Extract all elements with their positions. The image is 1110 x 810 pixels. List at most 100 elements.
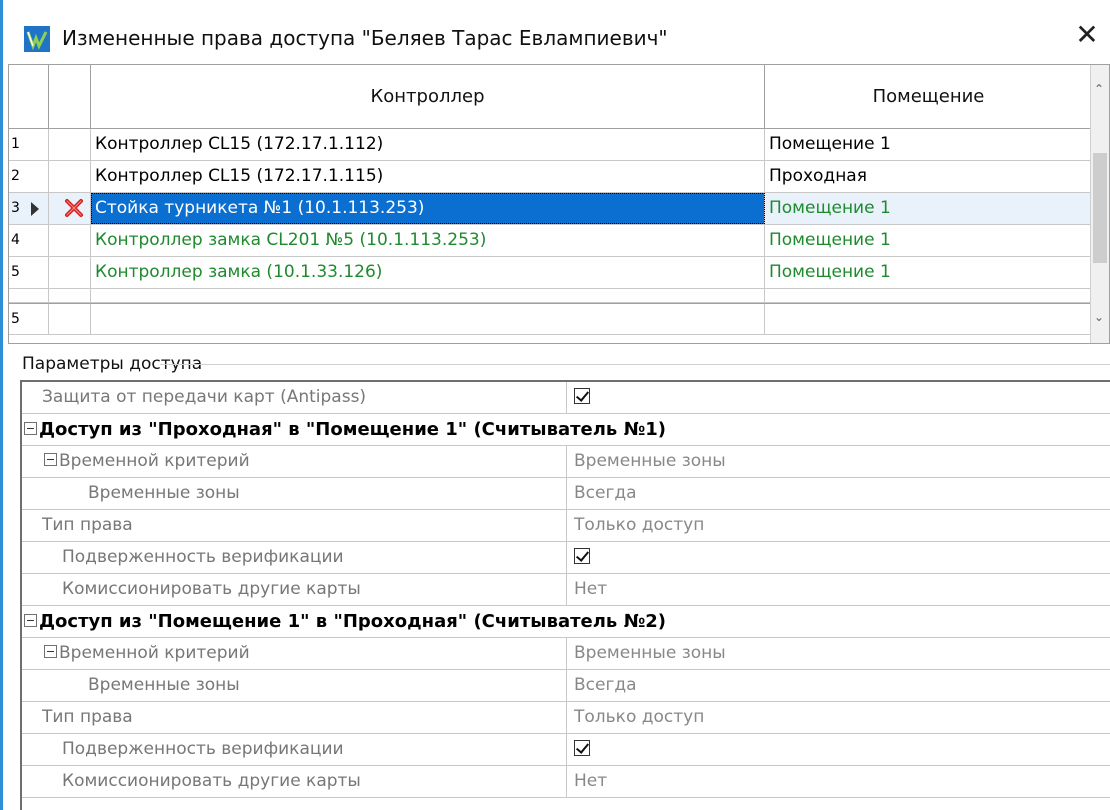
- prop-row-time-zones[interactable]: Временные зоны Всегда: [22, 478, 1110, 510]
- prop-name: Подверженность верификации: [22, 542, 567, 573]
- footer-count: 5: [9, 304, 49, 335]
- minus-box-icon[interactable]: [24, 422, 37, 435]
- table-row-empty[interactable]: [9, 289, 1109, 303]
- footer-room: [765, 304, 1092, 335]
- prop-value[interactable]: Всегда: [568, 670, 1110, 701]
- prop-row-verification[interactable]: Подверженность верификации: [22, 542, 1110, 574]
- prop-name: Тип права: [22, 702, 567, 733]
- prop-value[interactable]: Только доступ: [568, 510, 1110, 541]
- prop-row-time-criterion[interactable]: Временной критерий Временные зоны: [22, 638, 1110, 670]
- header-num[interactable]: [9, 65, 49, 128]
- prop-value[interactable]: Только доступ: [568, 702, 1110, 733]
- close-icon[interactable]: ✕: [1072, 20, 1102, 50]
- prop-row-time-zones[interactable]: Временные зоны Всегда: [22, 670, 1110, 702]
- prop-value[interactable]: Временные зоны: [568, 638, 1110, 669]
- row-mark: [49, 225, 91, 256]
- row-room: Помещение 1: [765, 225, 1092, 256]
- row-mark-empty: [49, 289, 91, 302]
- row-room: Помещение 1: [765, 257, 1092, 288]
- prop-category-2[interactable]: Доступ из "Помещение 1" в "Проходная" (С…: [22, 606, 1110, 638]
- header-room[interactable]: Помещение: [765, 65, 1092, 128]
- prop-row-time-criterion[interactable]: Временной критерий Временные зоны: [22, 446, 1110, 478]
- header-controller[interactable]: Контроллер: [91, 65, 765, 128]
- app-logo-icon: [24, 26, 50, 52]
- prop-name: Комиссионировать другие карты: [22, 766, 567, 797]
- prop-name-text: Временной критерий: [59, 643, 250, 663]
- prop-name: Подверженность верификации: [22, 734, 567, 765]
- window-left-edge: [0, 0, 3, 810]
- row-mark: [49, 257, 91, 288]
- row-mark: [49, 161, 91, 192]
- row-controller-empty: [91, 289, 765, 302]
- prop-value[interactable]: Нет: [568, 766, 1110, 797]
- minus-box-icon[interactable]: [44, 645, 57, 658]
- prop-name: Временной критерий: [22, 638, 567, 669]
- window-title: Измененные права доступа "Беляев Тарас Е…: [62, 26, 668, 50]
- table-row[interactable]: 1 Контроллер CL15 (172.17.1.112) Помещен…: [9, 129, 1109, 161]
- footer-mark: [49, 304, 91, 335]
- prop-row-right-type[interactable]: Тип права Только доступ: [22, 702, 1110, 734]
- prop-row-right-type[interactable]: Тип права Только доступ: [22, 510, 1110, 542]
- prop-value[interactable]: [568, 382, 1110, 413]
- row-controller: Контроллер замка (10.1.33.126): [91, 257, 765, 288]
- property-grid[interactable]: Защита от передачи карт (Antipass) Досту…: [20, 380, 1110, 810]
- table-row[interactable]: 4 Контроллер замка CL201 №5 (10.1.113.25…: [9, 225, 1109, 257]
- minus-box-icon[interactable]: [24, 614, 37, 627]
- prop-value[interactable]: Нет: [568, 574, 1110, 605]
- prop-name: Защита от передачи карт (Antipass): [22, 382, 567, 413]
- red-x-icon: [65, 199, 83, 217]
- prop-name: Тип права: [22, 510, 567, 541]
- prop-row-antipass[interactable]: Защита от передачи карт (Antipass): [22, 382, 1110, 414]
- table-row[interactable]: 2 Контроллер CL15 (172.17.1.115) Проходн…: [9, 161, 1109, 193]
- scroll-thumb[interactable]: [1093, 153, 1107, 263]
- category-title[interactable]: Доступ из "Проходная" в "Помещение 1" (С…: [22, 414, 1110, 445]
- grid-scrollbar[interactable]: ⌃ ⌄: [1090, 65, 1109, 343]
- category-label: Доступ из "Помещение 1" в "Проходная" (С…: [39, 611, 666, 632]
- footer-controller: [91, 304, 765, 335]
- row-number: 1: [9, 129, 49, 160]
- table-row[interactable]: 5 Контроллер замка (10.1.33.126) Помещен…: [9, 257, 1109, 289]
- row-pointer-icon: [31, 202, 39, 216]
- prop-row-commission[interactable]: Комиссионировать другие карты Нет: [22, 574, 1110, 606]
- minus-box-icon[interactable]: [44, 453, 57, 466]
- row-number: 2: [9, 161, 49, 192]
- checkbox-icon[interactable]: [574, 547, 590, 564]
- row-controller: Контроллер CL15 (172.17.1.112): [91, 129, 765, 160]
- row-room: Помещение 1: [765, 193, 1092, 224]
- prop-row-verification[interactable]: Подверженность верификации: [22, 734, 1110, 766]
- params-divider: [160, 364, 1110, 365]
- prop-value[interactable]: [568, 542, 1110, 573]
- scroll-down-icon[interactable]: ⌄: [1093, 311, 1105, 323]
- prop-name: Комиссионировать другие карты: [22, 574, 567, 605]
- prop-category-1[interactable]: Доступ из "Проходная" в "Помещение 1" (С…: [22, 414, 1110, 446]
- row-number: 4: [9, 225, 49, 256]
- row-controller: Контроллер CL15 (172.17.1.115): [91, 161, 765, 192]
- grid-header: Контроллер Помещение: [9, 65, 1109, 129]
- prop-value[interactable]: Всегда: [568, 478, 1110, 509]
- checkbox-icon[interactable]: [574, 387, 590, 404]
- header-mark[interactable]: [49, 65, 91, 128]
- prop-row-commission[interactable]: Комиссионировать другие карты Нет: [22, 766, 1110, 798]
- table-row-selected[interactable]: 3 Стойка турникета №1 (10.1.113.253) Пом…: [9, 193, 1109, 225]
- prop-value[interactable]: [568, 734, 1110, 765]
- row-mark: [49, 129, 91, 160]
- row-room-empty: [765, 289, 1092, 302]
- prop-name-text: Временной критерий: [59, 451, 250, 471]
- row-room: Помещение 1: [765, 129, 1092, 160]
- row-controller: Стойка турникета №1 (10.1.113.253): [91, 193, 765, 224]
- category-title[interactable]: Доступ из "Помещение 1" в "Проходная" (С…: [22, 606, 1110, 637]
- row-controller: Контроллер замка CL201 №5 (10.1.113.253): [91, 225, 765, 256]
- row-room: Проходная: [765, 161, 1092, 192]
- controllers-grid[interactable]: Контроллер Помещение 1 Контроллер CL15 (…: [8, 64, 1110, 344]
- row-number-empty: [9, 289, 49, 302]
- table-footer-row: 5: [9, 303, 1109, 335]
- category-label: Доступ из "Проходная" в "Помещение 1" (С…: [39, 419, 666, 440]
- row-number: 3: [9, 193, 49, 224]
- scroll-up-icon[interactable]: ⌃: [1093, 83, 1105, 95]
- prop-name: Временные зоны: [22, 670, 567, 701]
- checkbox-icon[interactable]: [574, 739, 590, 756]
- prop-name: Временной критерий: [22, 446, 567, 477]
- prop-name: Временные зоны: [22, 478, 567, 509]
- row-number: 5: [9, 257, 49, 288]
- prop-value[interactable]: Временные зоны: [568, 446, 1110, 477]
